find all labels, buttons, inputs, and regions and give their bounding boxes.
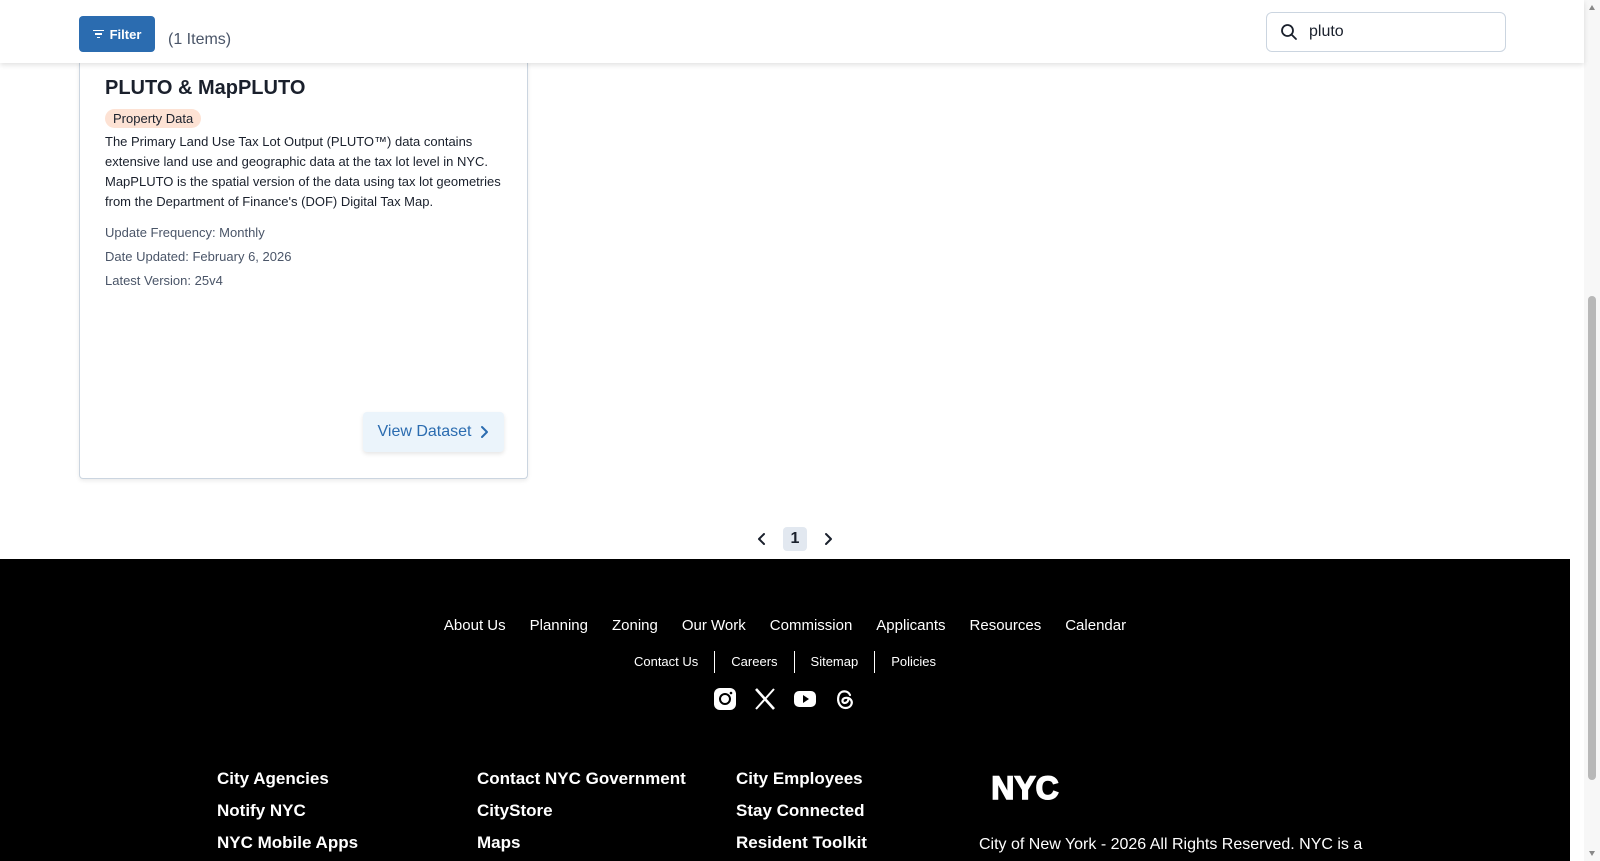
- scrollbar-thumb[interactable]: [1588, 296, 1596, 780]
- pagination: 1: [755, 527, 835, 551]
- nyc-logo: NYC: [990, 771, 1059, 805]
- search-icon: [1281, 24, 1297, 40]
- youtube-icon[interactable]: [793, 687, 817, 711]
- footer-link-planning[interactable]: Planning: [530, 617, 588, 634]
- category-badge: Property Data: [105, 109, 202, 128]
- footer-secondary-nav: Contact Us Careers Sitemap Policies: [0, 651, 1570, 673]
- footer-link-policies[interactable]: Policies: [874, 651, 952, 673]
- scroll-down-arrow-icon[interactable]: [1588, 849, 1596, 857]
- footer-link-commission[interactable]: Commission: [770, 617, 853, 634]
- filter-icon: [92, 29, 104, 39]
- filter-button[interactable]: Filter: [79, 16, 155, 52]
- footer-link-stay-connected[interactable]: Stay Connected: [736, 801, 867, 833]
- footer-link-applicants[interactable]: Applicants: [876, 617, 945, 634]
- x-icon[interactable]: [753, 687, 777, 711]
- date-updated: Date Updated: February 6, 2026: [105, 249, 292, 264]
- chevron-right-icon: [481, 426, 489, 438]
- card-description: The Primary Land Use Tax Lot Output (PLU…: [105, 134, 501, 209]
- footer-link-notify-nyc[interactable]: Notify NYC: [217, 801, 358, 833]
- page-number-current[interactable]: 1: [783, 527, 807, 551]
- view-dataset-label: View Dataset: [377, 423, 472, 440]
- threads-icon[interactable]: [833, 687, 857, 711]
- footer-link-contact-nyc-government[interactable]: Contact NYC Government: [477, 769, 686, 801]
- copyright-text: City of New York - 2026 All Rights Reser…: [979, 836, 1363, 853]
- footer-link-careers[interactable]: Careers: [714, 651, 793, 673]
- chevron-left-icon[interactable]: [755, 532, 769, 546]
- footer-link-city-employees[interactable]: City Employees: [736, 769, 867, 801]
- footer-link-about-us[interactable]: About Us: [444, 617, 506, 634]
- social-links: [0, 687, 1570, 711]
- card-title: PLUTO & MapPLUTO: [105, 77, 306, 99]
- footer-link-city-agencies[interactable]: City Agencies: [217, 769, 358, 801]
- search-input[interactable]: [1309, 23, 1499, 41]
- footer-column-2: Contact NYC Government CityStore Maps: [477, 769, 686, 861]
- instagram-icon[interactable]: [713, 687, 737, 711]
- filter-button-label: Filter: [109, 26, 142, 42]
- footer-link-our-work[interactable]: Our Work: [682, 617, 746, 634]
- update-frequency: Update Frequency: Monthly: [105, 225, 265, 240]
- scroll-up-arrow-icon[interactable]: [1588, 4, 1596, 12]
- nyc-logo-text: NYC: [991, 771, 1059, 805]
- search-box[interactable]: [1266, 12, 1506, 52]
- footer-link-nyc-mobile-apps[interactable]: NYC Mobile Apps: [217, 833, 358, 861]
- footer-main-nav: About Us Planning Zoning Our Work Commis…: [0, 617, 1570, 634]
- top-toolbar: Filter (1 Items): [0, 0, 1584, 63]
- footer-link-resources[interactable]: Resources: [970, 617, 1042, 634]
- items-count: (1 Items): [168, 31, 232, 48]
- footer-link-citystore[interactable]: CityStore: [477, 801, 686, 833]
- footer-link-calendar[interactable]: Calendar: [1065, 617, 1126, 634]
- vertical-scrollbar[interactable]: [1584, 0, 1600, 861]
- footer-link-resident-toolkit[interactable]: Resident Toolkit: [736, 833, 867, 861]
- footer-link-maps[interactable]: Maps: [477, 833, 686, 861]
- chevron-right-icon[interactable]: [821, 532, 835, 546]
- footer-link-sitemap[interactable]: Sitemap: [793, 651, 875, 673]
- site-footer: About Us Planning Zoning Our Work Commis…: [0, 559, 1570, 861]
- view-dataset-button[interactable]: View Dataset: [363, 412, 504, 452]
- footer-column-1: City Agencies Notify NYC NYC Mobile Apps: [217, 769, 358, 861]
- footer-link-zoning[interactable]: Zoning: [612, 617, 658, 634]
- dataset-card: PLUTO & MapPLUTO Property Data The Prima…: [79, 62, 528, 479]
- footer-column-3: City Employees Stay Connected Resident T…: [736, 769, 867, 861]
- footer-link-contact-us[interactable]: Contact Us: [618, 651, 714, 673]
- latest-version: Latest Version: 25v4: [105, 273, 223, 288]
